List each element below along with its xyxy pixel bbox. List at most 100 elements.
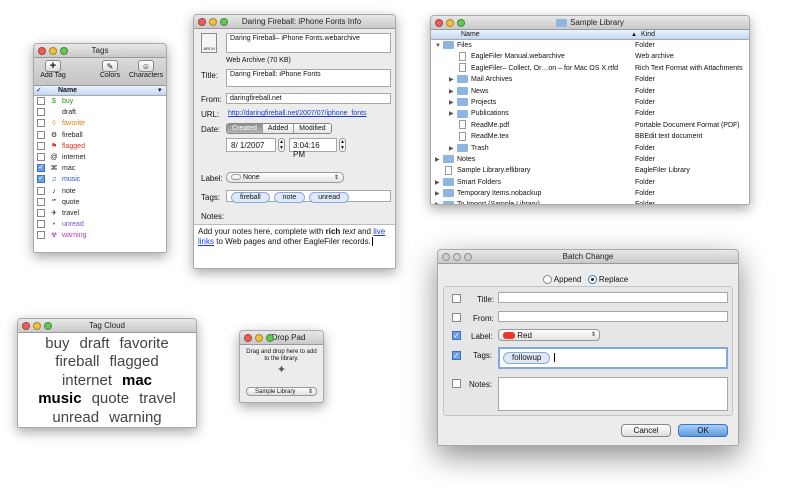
library-row[interactable]: ▶ Projects Folder	[431, 97, 749, 108]
close-button[interactable]	[442, 253, 450, 261]
time-field[interactable]: 3:04:16 PM	[289, 138, 337, 159]
from-field[interactable]: daringfireball.net	[226, 93, 391, 104]
tag-checkbox[interactable]: ✓	[37, 164, 45, 173]
tag-row[interactable]: ✓ ♫ music	[34, 174, 166, 185]
close-button[interactable]	[435, 19, 443, 27]
colors-button[interactable]: ✎ Colors	[96, 60, 124, 79]
time-stepper[interactable]: ▲ ▼	[339, 138, 346, 152]
drop-target[interactable]: Drag and drop here to add to the library…	[240, 345, 323, 377]
zoom-button[interactable]	[44, 322, 52, 330]
tag-row[interactable]: ✓ ⌘ mac	[34, 163, 166, 174]
tag-token[interactable]: fireball	[231, 192, 270, 203]
library-row[interactable]: ▶ Trash Folder	[431, 143, 749, 154]
cloud-tag[interactable]: travel	[139, 390, 176, 407]
tag-row[interactable]: $ buy	[34, 96, 166, 107]
tag-checkbox[interactable]	[37, 197, 45, 206]
library-row[interactable]: ▶ News Folder	[431, 86, 749, 97]
title-field[interactable]: Daring Fireball: iPhone Fonts	[226, 69, 391, 87]
from-field[interactable]	[498, 311, 728, 322]
cloud-tag[interactable]: draft	[79, 335, 109, 352]
library-row[interactable]: ▶ Publications Folder	[431, 108, 749, 119]
cloud-tag[interactable]: internet	[62, 372, 112, 389]
tab-created[interactable]: Created	[227, 124, 263, 133]
zoom-button[interactable]	[220, 18, 228, 26]
disclosure-closed-icon[interactable]: ▶	[435, 200, 443, 204]
library-row[interactable]: EagleFiler– Collect, Or…on – for Mac OS …	[431, 63, 749, 74]
label-popup[interactable]: Red ⇕	[498, 329, 600, 341]
minimize-button[interactable]	[209, 18, 217, 26]
date-stepper[interactable]: ▲ ▼	[278, 138, 285, 152]
tag-checkbox[interactable]	[37, 231, 45, 240]
tag-row[interactable]: ♪ note	[34, 186, 166, 197]
zoom-button[interactable]	[464, 253, 472, 261]
cloud-tag[interactable]: fireball	[55, 353, 99, 370]
tag-row[interactable]: • unread	[34, 219, 166, 230]
tag-row[interactable]: ✈ travel	[34, 208, 166, 219]
tag-row[interactable]: ⚑ flagged	[34, 141, 166, 152]
tags-checkbox[interactable]: ✓	[452, 351, 461, 360]
notes-checkbox[interactable]	[452, 379, 461, 388]
ok-button[interactable]: OK	[678, 424, 728, 437]
library-row[interactable]: ▶ Notes Folder	[431, 154, 749, 165]
cancel-button[interactable]: Cancel	[621, 424, 671, 437]
library-popup[interactable]: Sample Library ⇕	[246, 387, 317, 396]
tags-token-field[interactable]: followup	[498, 347, 728, 369]
close-button[interactable]	[22, 322, 30, 330]
tag-token[interactable]: unread	[309, 192, 350, 203]
tag-token[interactable]: followup	[503, 352, 551, 364]
tag-checkbox[interactable]	[37, 97, 45, 105]
cloud-tag[interactable]: music	[38, 390, 81, 407]
tag-token[interactable]: note	[273, 192, 306, 203]
tags-token-field[interactable]: fireball note unread	[226, 190, 391, 203]
title-checkbox[interactable]	[452, 294, 461, 303]
title-field[interactable]	[498, 292, 728, 303]
library-row[interactable]: ▶ To Import (Sample Library) Folder	[431, 199, 749, 204]
tag-checkbox[interactable]	[37, 130, 45, 139]
zoom-button[interactable]	[457, 19, 465, 27]
tag-checkbox[interactable]: ✓	[37, 175, 45, 184]
append-radio[interactable]: Append	[543, 275, 581, 285]
close-button[interactable]	[244, 334, 252, 342]
cloud-tag[interactable]: flagged	[109, 353, 158, 370]
column-kind[interactable]: Kind	[635, 30, 749, 39]
zoom-button[interactable]	[266, 334, 274, 342]
tag-checkbox[interactable]	[37, 108, 45, 117]
column-check[interactable]: ✓	[34, 86, 46, 95]
tag-checkbox[interactable]	[37, 141, 45, 150]
url-link[interactable]: http://daringfireball.net/2007/07/iphone…	[228, 110, 367, 117]
tab-modified[interactable]: Modified	[294, 124, 331, 133]
replace-radio[interactable]: Replace	[587, 275, 628, 285]
label-popup[interactable]: None ⇕	[226, 172, 344, 183]
library-row[interactable]: Sample Library.eflibrary EagleFiler Libra…	[431, 165, 749, 176]
tag-row[interactable]: @ internet	[34, 152, 166, 163]
tag-checkbox[interactable]	[37, 119, 45, 128]
zoom-button[interactable]	[60, 47, 68, 55]
library-row[interactable]: EagleFiler Manual.webarchive Web archive	[431, 51, 749, 62]
cloud-tag[interactable]: quote	[92, 390, 130, 407]
library-row[interactable]: ▼ Files Folder	[431, 40, 749, 51]
minimize-button[interactable]	[453, 253, 461, 261]
tag-row[interactable]: ◊ favorite	[34, 118, 166, 129]
tag-checkbox[interactable]	[37, 220, 45, 229]
column-name[interactable]: Name	[58, 86, 158, 95]
cloud-tag[interactable]: warning	[109, 409, 162, 426]
notes-text-area[interactable]: Add your notes here, complete with rich …	[194, 224, 395, 268]
add-tag-button[interactable]: + Add Tag	[38, 60, 68, 79]
cloud-tag[interactable]: mac	[122, 372, 152, 389]
cloud-tag[interactable]: favorite	[120, 335, 169, 352]
tag-row[interactable]: “” quote	[34, 197, 166, 208]
tag-checkbox[interactable]	[37, 208, 45, 217]
library-row[interactable]: ▶ Temporary Items.nobackup Folder	[431, 188, 749, 199]
close-button[interactable]	[38, 47, 46, 55]
column-name[interactable]: Name	[431, 30, 631, 39]
tag-row[interactable]: draft	[34, 107, 166, 118]
from-checkbox[interactable]	[452, 313, 461, 322]
minimize-button[interactable]	[33, 322, 41, 330]
tag-row[interactable]: ☢ warning	[34, 230, 166, 241]
library-row[interactable]: ▶ Smart Folders Folder	[431, 177, 749, 188]
minimize-button[interactable]	[49, 47, 57, 55]
library-row[interactable]: ReadMe.tex BBEdit text document	[431, 131, 749, 142]
close-button[interactable]	[198, 18, 206, 26]
label-checkbox[interactable]: ✓	[452, 331, 461, 340]
tag-row[interactable]: ⚙ fireball	[34, 130, 166, 141]
